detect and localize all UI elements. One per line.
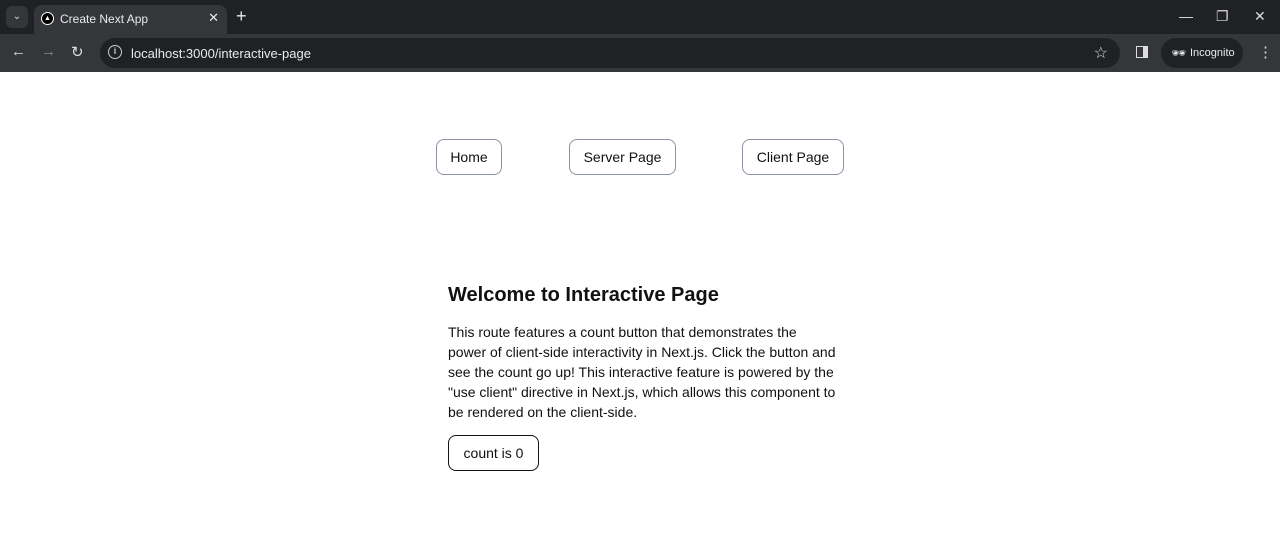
close-window-button[interactable]: ✕ (1254, 8, 1266, 25)
bookmark-star-icon[interactable]: ☆ (1094, 43, 1108, 63)
page-description: This route features a count button that … (448, 324, 836, 420)
menu-icon[interactable]: ⋮ (1258, 43, 1273, 61)
tab-title: Create Next App (60, 12, 149, 26)
browser-tab[interactable]: ▲ Create Next App ✕ (34, 5, 227, 34)
nextjs-favicon-icon: ▲ (41, 12, 54, 25)
address-bar[interactable]: i localhost:3000/interactive-page ☆ (100, 38, 1120, 68)
side-panel-icon[interactable] (1136, 46, 1148, 58)
minimize-button[interactable]: — (1179, 8, 1193, 24)
count-button[interactable]: count is 0 (448, 435, 539, 471)
new-tab-button[interactable]: + (236, 6, 247, 27)
client-page-button[interactable]: Client Page (742, 139, 844, 175)
page-title: Welcome to Interactive Page (448, 284, 719, 306)
url-text[interactable]: localhost:3000/interactive-page (131, 46, 311, 61)
incognito-icon: 🕶 (1171, 46, 1187, 60)
restore-button[interactable]: ❐ (1216, 8, 1229, 25)
tab-search-button[interactable]: ⌄ (6, 6, 28, 28)
forward-button[interactable]: → (41, 43, 56, 60)
back-button[interactable]: ← (11, 43, 26, 60)
server-page-button[interactable]: Server Page (569, 139, 676, 175)
reload-button[interactable]: ↻ (71, 43, 84, 61)
incognito-badge[interactable]: 🕶 Incognito (1161, 38, 1243, 68)
toolbar: ← → ↻ i localhost:3000/interactive-page … (0, 34, 1280, 72)
incognito-label: Incognito (1190, 47, 1235, 59)
tab-bar: ⌄ ▲ Create Next App ✕ + — ❐ ✕ (0, 0, 1280, 34)
close-tab-icon[interactable]: ✕ (208, 10, 219, 26)
site-info-icon[interactable]: i (108, 45, 122, 59)
home-button[interactable]: Home (436, 139, 502, 175)
